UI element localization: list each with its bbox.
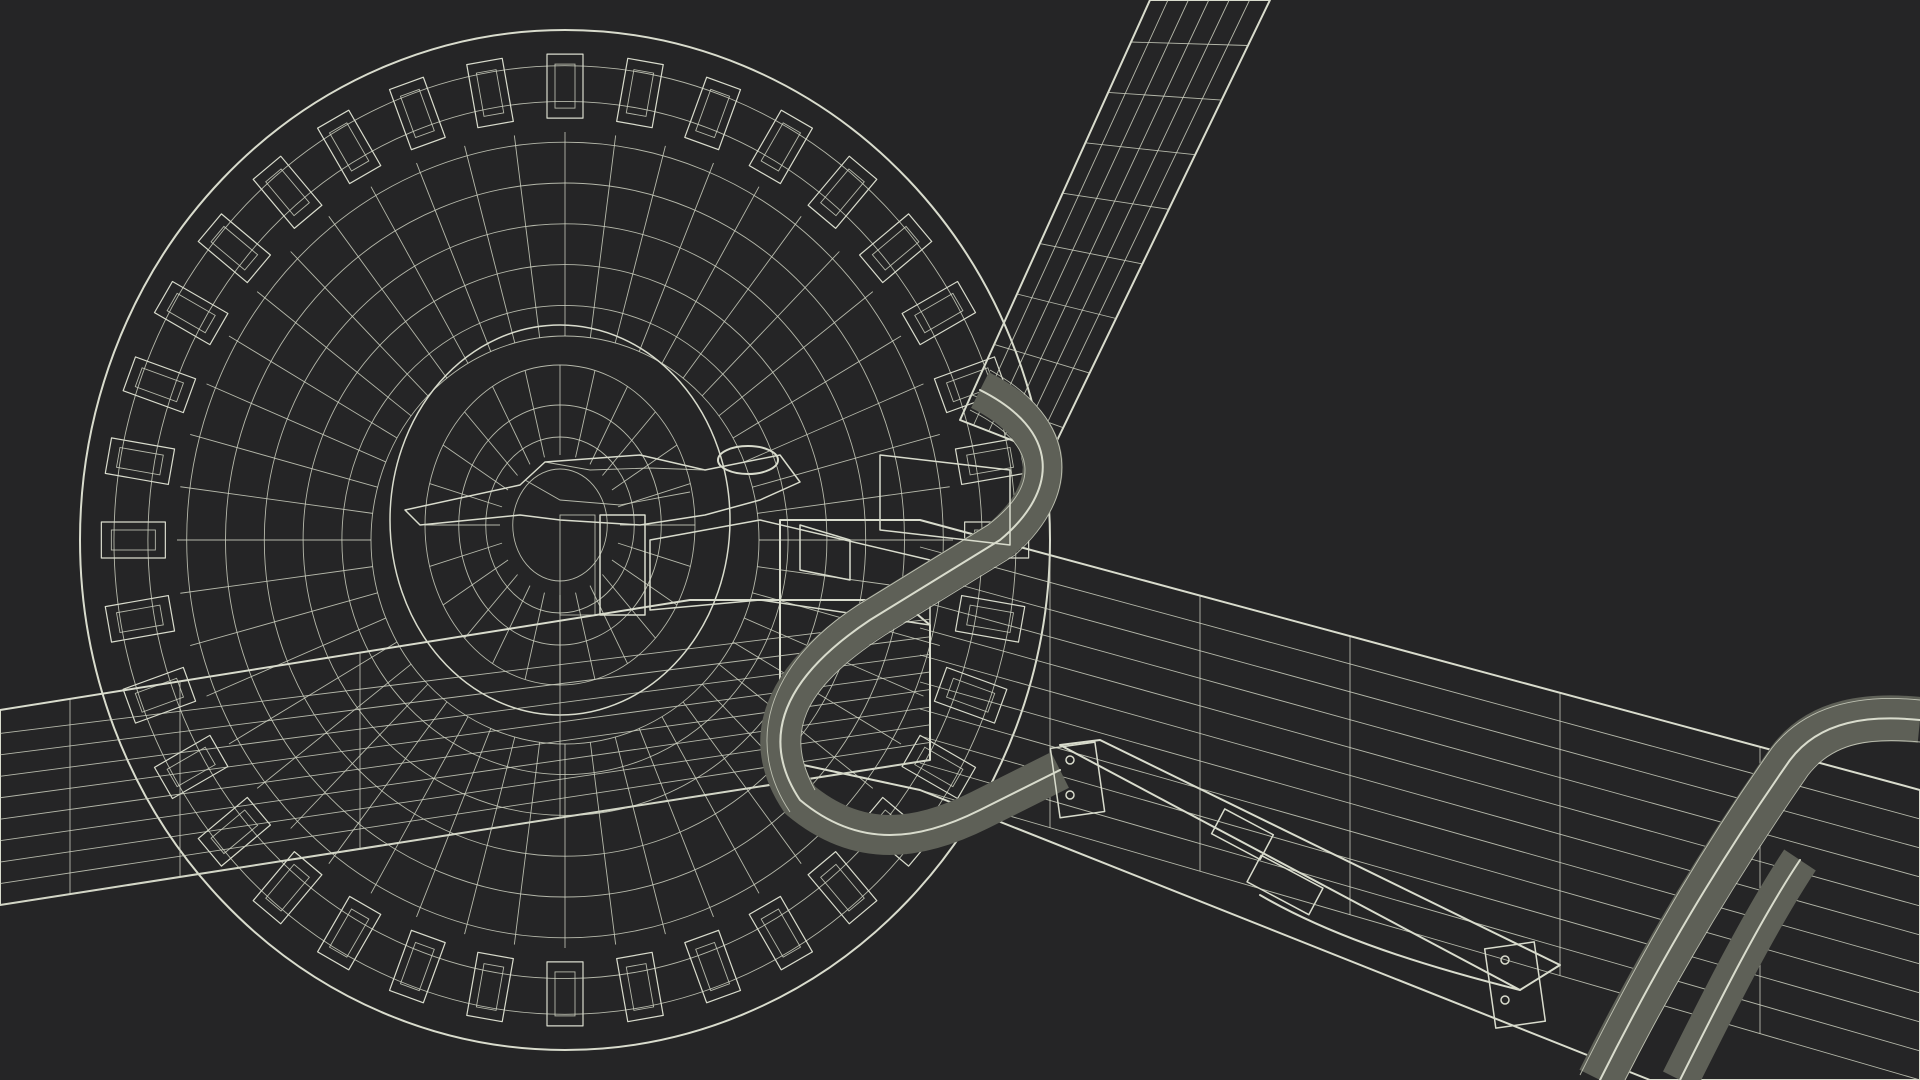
wireframe-render: [0, 0, 1920, 1080]
